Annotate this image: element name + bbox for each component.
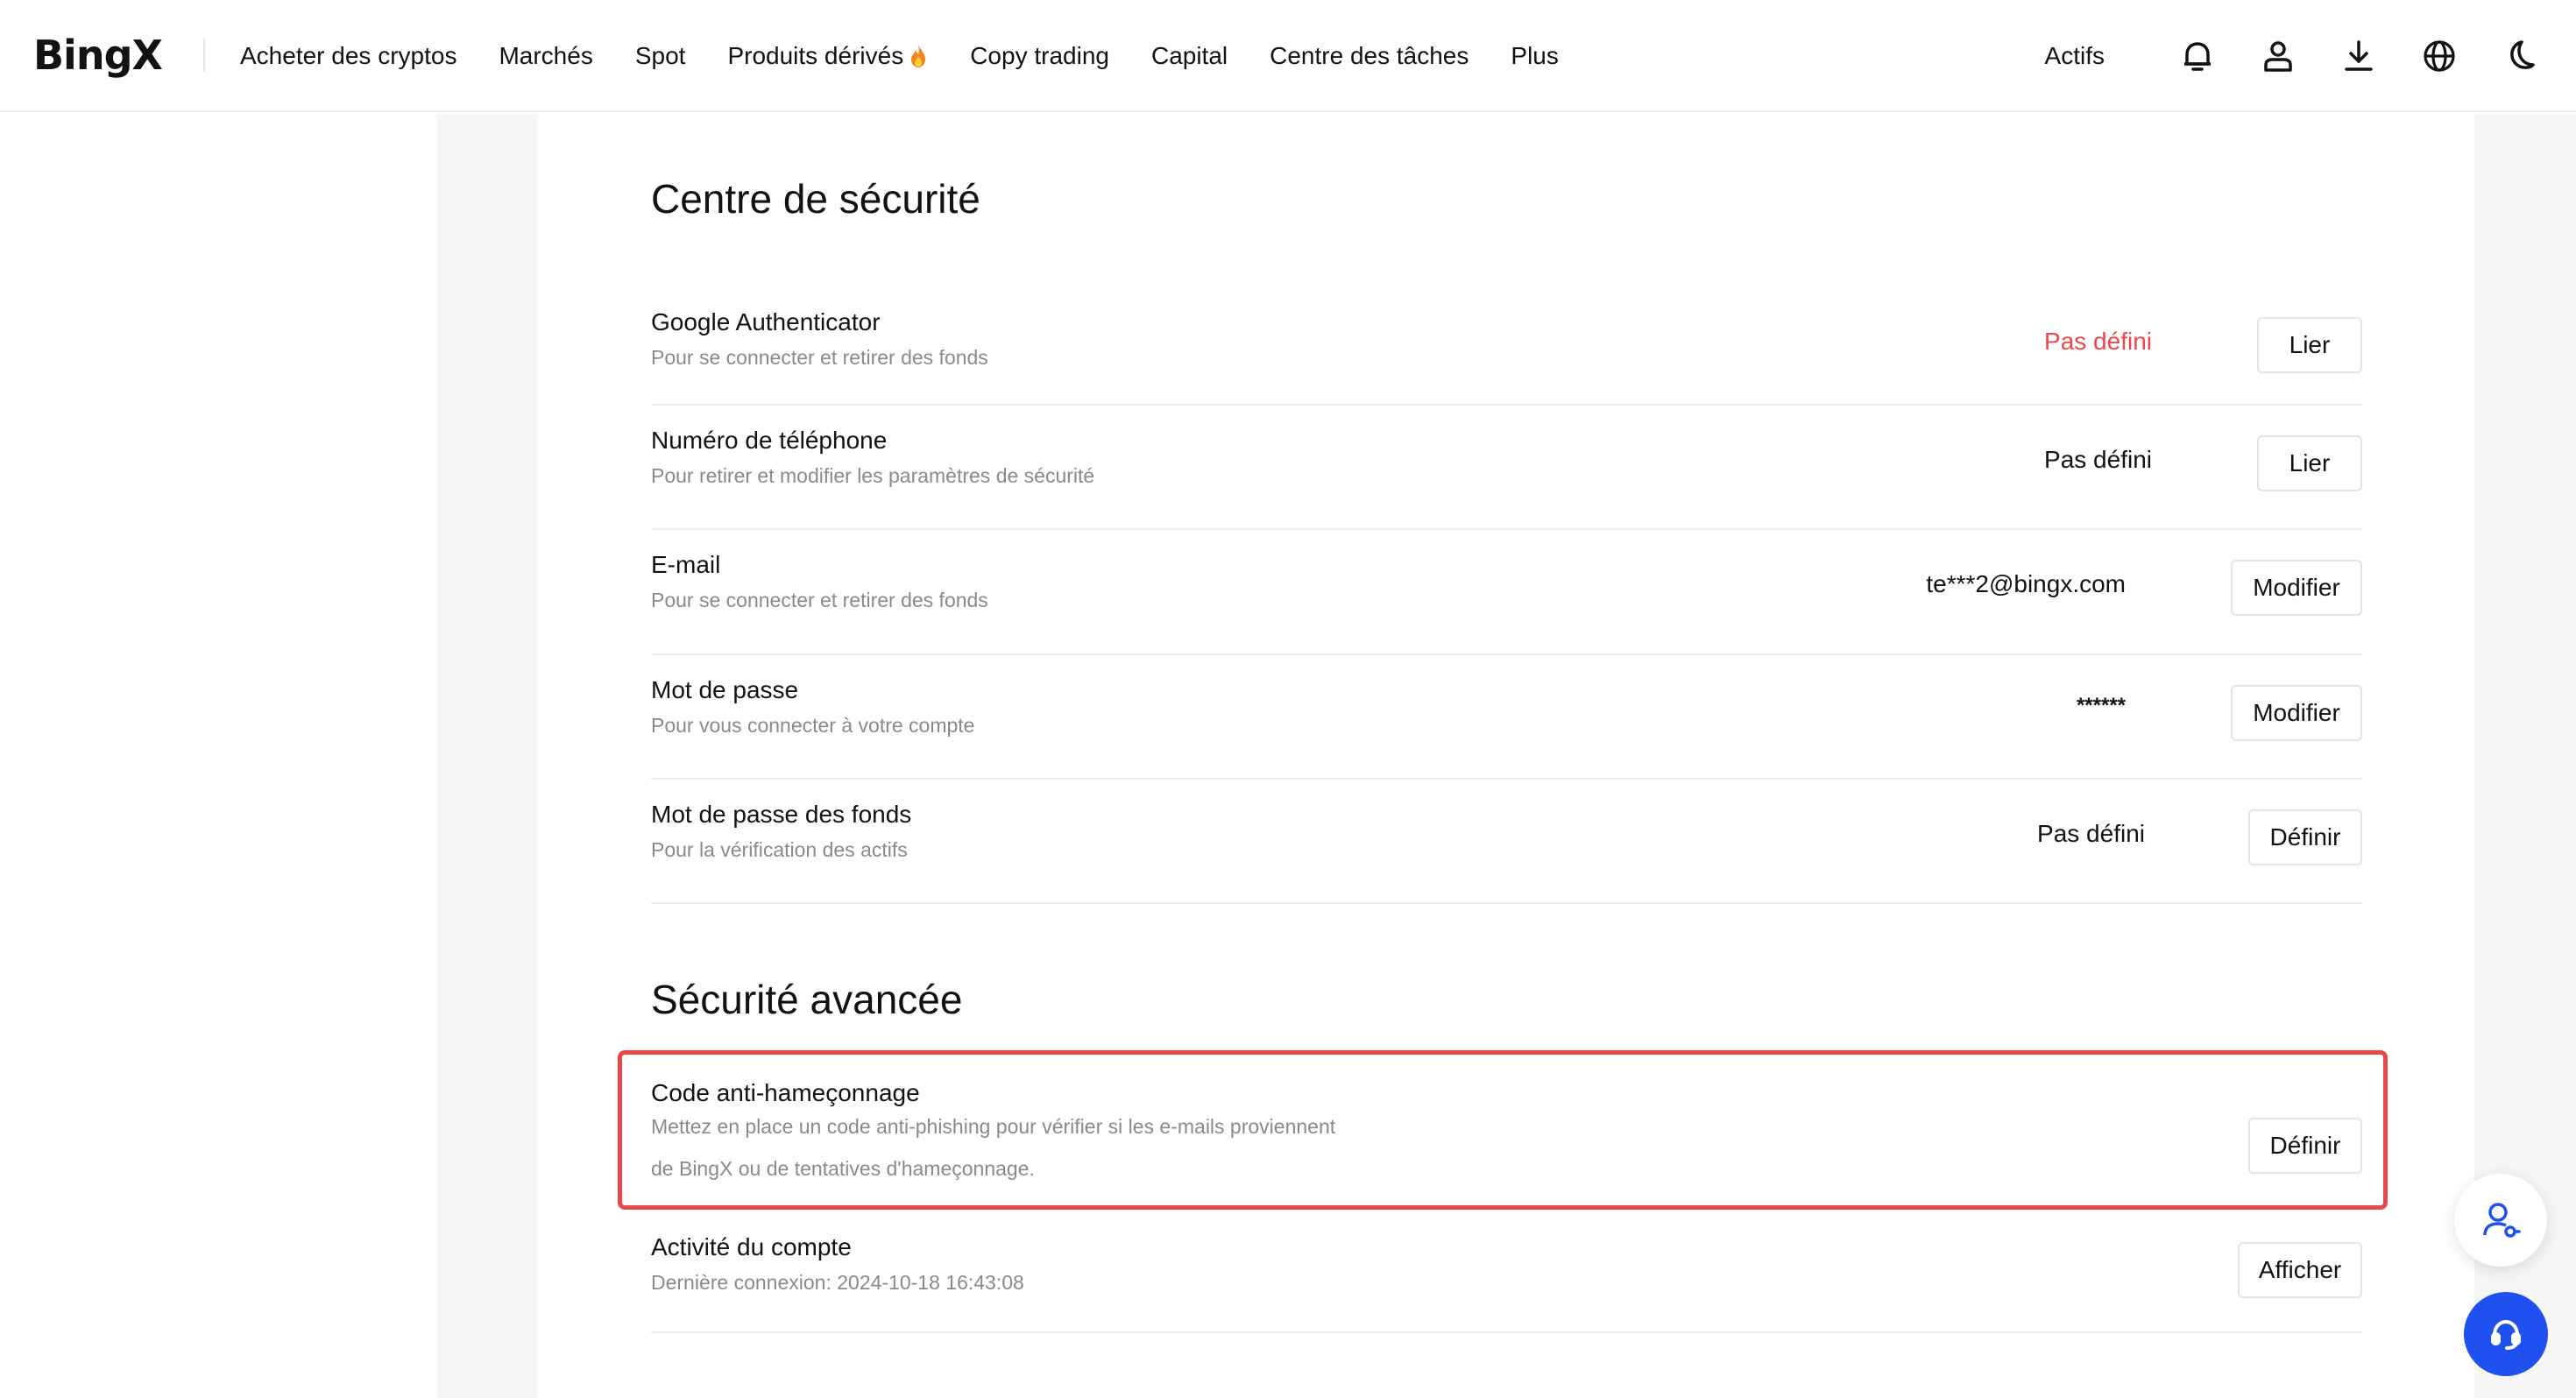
header-actions: Actifs	[2045, 0, 2541, 112]
assets-link[interactable]: Actifs	[2045, 42, 2105, 70]
modify-email-button[interactable]: Modifier	[2231, 560, 2362, 616]
list-item-phone: Numéro de téléphone Pour retirer et modi…	[651, 407, 2362, 530]
moon-icon[interactable]	[2499, 35, 2541, 77]
row-title: E-mail	[651, 551, 721, 578]
nav-capital[interactable]: Capital	[1151, 42, 1228, 70]
bell-icon[interactable]	[2176, 35, 2219, 77]
row-description: Pour se connecter et retirer des fonds	[651, 589, 988, 611]
list-item-google-authenticator: Google Authenticator Pour se connecter e…	[651, 289, 2362, 406]
row-title: Code anti-hameçonnage	[651, 1079, 920, 1106]
left-gutter	[436, 114, 538, 1398]
view-activity-button[interactable]: Afficher	[2238, 1242, 2362, 1298]
nav-label: Spot	[634, 42, 686, 69]
download-icon[interactable]	[2338, 35, 2380, 77]
row-title: Activité du compte	[651, 1233, 852, 1260]
nav-derivatives[interactable]: Produits dérivés	[727, 42, 928, 70]
nav-label: Acheter des cryptos	[240, 42, 457, 69]
row-description: Pour la vérification des actifs	[651, 838, 908, 861]
logo-divider	[203, 39, 205, 72]
list-item-email: E-mail Pour se connecter et retirer des …	[651, 532, 2362, 655]
top-header: BingX Acheter des cryptos Marchés Spot P…	[0, 0, 2576, 112]
globe-icon[interactable]	[2418, 35, 2460, 77]
nav-label: Produits dérivés	[727, 42, 904, 69]
nav-label: Centre des tâches	[1270, 42, 1469, 69]
main-nav: Acheter des cryptos Marchés Spot Produit…	[240, 0, 1601, 112]
row-description: Pour se connecter et retirer des fonds	[651, 346, 988, 369]
status-text: Pas défini	[2044, 328, 2152, 355]
support-agent-button[interactable]	[2454, 1174, 2547, 1267]
user-icon[interactable]	[2257, 35, 2299, 77]
row-description-line2: de BingX ou de tentatives d'hameçonnage.	[651, 1157, 1035, 1180]
row-description: Dernière connexion: 2024-10-18 16:43:08	[651, 1271, 1024, 1294]
row-title: Mot de passe	[651, 676, 799, 703]
row-title: Google Authenticator	[651, 308, 881, 335]
nav-label: Copy trading	[970, 42, 1109, 69]
modify-password-button[interactable]: Modifier	[2231, 685, 2362, 741]
nav-buy-crypto[interactable]: Acheter des cryptos	[240, 42, 456, 70]
row-description-line1: Mettez en place un code anti-phishing po…	[651, 1115, 1336, 1138]
nav-label: Plus	[1511, 42, 1559, 69]
list-item-password: Mot de passe Pour vous connecter à votre…	[651, 657, 2362, 780]
customer-service-button[interactable]	[2464, 1292, 2548, 1376]
nav-copy-trading[interactable]: Copy trading	[970, 42, 1109, 70]
nav-task-center[interactable]: Centre des tâches	[1270, 42, 1468, 70]
nav-markets[interactable]: Marchés	[499, 42, 592, 70]
nav-label: Marchés	[499, 42, 593, 69]
row-title: Numéro de téléphone	[651, 427, 888, 454]
status-text: te***2@bingx.com	[1926, 570, 2126, 597]
row-title: Mot de passe des fonds	[651, 801, 912, 828]
status-text: Pas défini	[2044, 446, 2152, 473]
list-item-account-activity: Activité du compte Dernière connexion: 2…	[651, 1209, 2362, 1333]
advanced-security-title: Sécurité avancée	[651, 977, 963, 1022]
status-text: Pas défini	[2037, 820, 2145, 847]
page-title: Centre de sécurité	[651, 176, 980, 222]
status-text: ******	[2076, 694, 2126, 717]
headset-icon	[2491, 1319, 2521, 1350]
nav-label: Capital	[1150, 42, 1228, 69]
row-description: Pour vous connecter à votre compte	[651, 714, 975, 737]
row-description: Pour retirer et modifier les paramètres …	[651, 464, 1095, 487]
bind-phone-button[interactable]: Lier	[2257, 435, 2362, 491]
set-anti-phishing-button[interactable]: Définir	[2248, 1118, 2362, 1174]
bingx-logo[interactable]: BingX	[33, 32, 163, 79]
list-item-fund-password: Mot de passe des fonds Pour la vérificat…	[651, 781, 2362, 904]
agent-icon	[2483, 1203, 2521, 1238]
nav-spot[interactable]: Spot	[635, 42, 686, 70]
bind-google-button[interactable]: Lier	[2257, 317, 2362, 373]
fire-icon	[911, 45, 926, 67]
nav-more[interactable]: Plus	[1511, 42, 1558, 70]
set-fund-password-button[interactable]: Définir	[2248, 809, 2362, 865]
